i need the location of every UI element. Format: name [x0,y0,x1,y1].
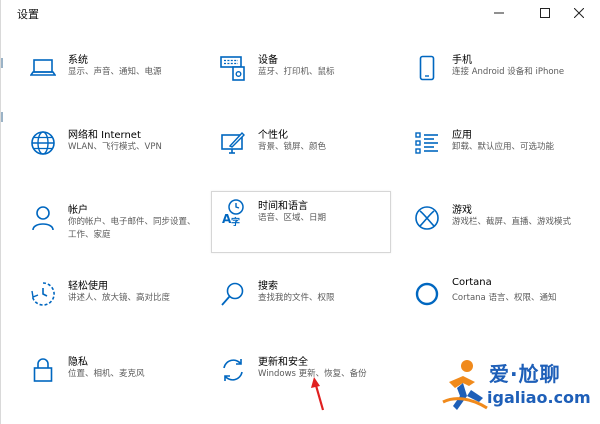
tile-gaming[interactable]: 游戏 游戏栏、截屏、直播、游戏模式 [403,196,583,258]
tile-time-language-name: 时间和语言 [258,201,308,212]
laptop-icon [29,54,57,82]
tile-gaming-desc: 游戏栏、截屏、直播、游戏模式 [452,217,572,227]
tile-time-language-desc: 语音、区域、日期 [258,213,327,223]
tile-cortana-name: Cortana [452,277,492,288]
tile-update-security-name: 更新和安全 [258,357,308,368]
keyboard-icon [219,54,247,82]
tile-network[interactable]: 网络和 Internet WLAN、飞行模式、VPN [19,121,199,183]
tile-search[interactable]: 搜索 查找我的文件、权限 [209,272,389,334]
tile-network-desc: WLAN、飞行模式、VPN [68,142,162,152]
annotation-arrow [311,377,325,411]
time-language-icon: A 字 [220,198,248,226]
person-icon [29,204,57,232]
apps-list-icon [413,129,441,157]
globe-icon [29,129,57,157]
paint-icon [219,129,247,157]
tile-apps-name: 应用 [452,130,472,141]
edge-mark [1,112,9,122]
tile-cortana[interactable]: Cortana Cortana 语言、权限、通知 [403,272,583,334]
tile-ease-of-access-name: 轻松使用 [68,281,108,292]
tile-search-desc: 查找我的文件、权限 [258,293,335,303]
close-button[interactable] [557,0,600,26]
tile-personalization[interactable]: 个性化 背景、锁屏、颜色 [209,121,389,183]
tile-accounts-desc: 你的帐户、电子邮件、同步设置、工作、家庭 [68,217,196,240]
title-bar: 设置 [1,0,600,26]
close-icon [574,8,584,18]
tile-system-desc: 显示、声音、通知、电源 [68,67,162,77]
phone-icon [413,54,441,82]
minimize-button[interactable] [477,0,521,26]
tile-system-name: 系统 [68,55,88,66]
tile-privacy[interactable]: 隐私 位置、相机、麦克风 [19,348,199,410]
tile-phone-desc: 连接 Android 设备和 iPhone [452,67,565,77]
settings-window: 设置 系统 显示、声音、通知、电源 设备 蓝牙、打印机、鼠标 手机 连接 And… [0,0,600,424]
maximize-icon [540,8,550,18]
watermark-text-secondary: igaliao.com [487,388,591,407]
sync-icon [219,356,247,384]
tile-devices[interactable]: 设备 蓝牙、打印机、鼠标 [209,46,389,108]
tile-devices-desc: 蓝牙、打印机、鼠标 [258,67,335,77]
tile-personalization-desc: 背景、锁屏、颜色 [258,142,327,152]
window-title: 设置 [17,8,39,21]
ease-access-icon [29,280,57,308]
runner-logo-icon [442,360,488,410]
tile-accounts[interactable]: 帐户 你的帐户、电子邮件、同步设置、工作、家庭 [19,196,199,258]
edge-mark [1,58,9,68]
tile-apps-desc: 卸载、默认应用、可选功能 [452,142,555,152]
tile-privacy-name: 隐私 [68,357,88,368]
tile-devices-name: 设备 [258,55,278,66]
tile-ease-of-access-desc: 讲述人、放大镜、高对比度 [68,293,171,303]
tile-privacy-desc: 位置、相机、麦克风 [68,369,145,379]
tile-cortana-desc: Cortana 语言、权限、通知 [452,293,557,303]
minimize-icon [494,12,504,14]
tile-network-name: 网络和 Internet [68,130,141,141]
svg-text:字: 字 [231,216,240,226]
tile-phone-name: 手机 [452,55,472,66]
cortana-icon [413,280,441,308]
watermark-text-primary: 爱·尬聊 [489,362,561,386]
tile-time-language[interactable]: A 字 时间和语言 语音、区域、日期 [211,191,391,253]
tile-gaming-name: 游戏 [452,205,472,216]
tile-accounts-name: 帐户 [68,205,88,216]
tile-personalization-name: 个性化 [258,130,288,141]
tile-apps[interactable]: 应用 卸载、默认应用、可选功能 [403,121,583,183]
search-icon [219,280,247,308]
tile-system[interactable]: 系统 显示、声音、通知、电源 [19,46,199,108]
tile-search-name: 搜索 [258,281,278,292]
watermark-logo: 爱·尬聊 igaliao.com [441,356,597,418]
tile-phone[interactable]: 手机 连接 Android 设备和 iPhone [403,46,583,108]
lock-icon [29,356,57,384]
tile-update-security[interactable]: 更新和安全 Windows 更新、恢复、备份 [209,348,389,410]
tile-ease-of-access[interactable]: 轻松使用 讲述人、放大镜、高对比度 [19,272,199,334]
xbox-icon [413,204,441,232]
